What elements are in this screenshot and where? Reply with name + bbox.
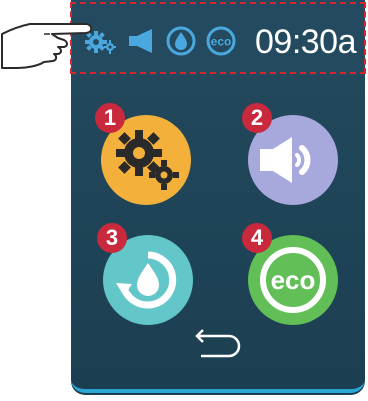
back-arrow-icon[interactable] bbox=[193, 328, 243, 358]
badge-2: 2 bbox=[242, 103, 272, 133]
sound-tile[interactable]: 2 bbox=[242, 103, 338, 205]
eco-tile-label: eco bbox=[271, 265, 316, 295]
badge-3: 3 bbox=[97, 223, 127, 253]
pointing-hand-icon bbox=[1, 23, 93, 69]
panel-bottom-edge bbox=[71, 372, 365, 393]
badge-4: 4 bbox=[242, 223, 272, 253]
status-bar-highlight bbox=[70, 2, 366, 74]
badge-1: 1 bbox=[95, 103, 125, 133]
eco-tile[interactable]: eco 4 bbox=[242, 223, 338, 325]
settings-tile[interactable]: 1 bbox=[95, 103, 191, 205]
water-tile[interactable]: 3 bbox=[97, 223, 193, 325]
